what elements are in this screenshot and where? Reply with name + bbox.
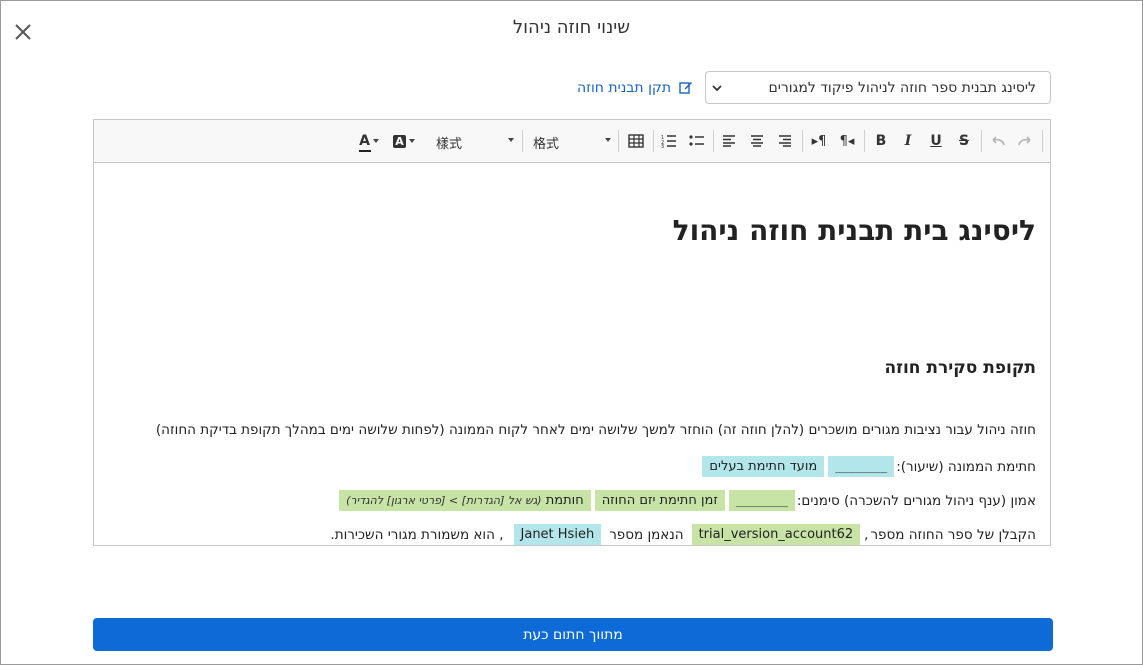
text-direction-ltr-button[interactable]: ▸¶ [807, 130, 831, 152]
redo-icon [1018, 136, 1031, 146]
section-title: תקופת סקירת חוזה [884, 358, 1036, 378]
underline-icon: U [930, 133, 942, 149]
toolbar-divider [981, 130, 982, 152]
style-dropdown[interactable]: 樣式 [436, 130, 514, 152]
trustee-label: הנאמן מספר [609, 526, 684, 543]
document-heading: ליסינג בית תבנית חוזה ניהול [672, 214, 1036, 247]
style-dropdown-label: 樣式 [436, 137, 463, 152]
undo-button[interactable] [987, 130, 1009, 152]
rtl-icon: ¶◂ [839, 133, 855, 149]
paragraph-line-4: הקבלן של ספר החוזה מספר , trial_version_… [330, 524, 1036, 545]
format-dropdown-label: 格式 [533, 137, 560, 152]
rich-text-editor[interactable]: A A 樣式 格式 1 2 3 ▸¶ ¶◂ B I U S ליסינג בית… [93, 119, 1051, 546]
table-button[interactable] [624, 130, 648, 152]
stamp-note: (גש אל [הגדרות] > [פרטי ארגון] להגדיר) [346, 494, 542, 507]
owner-signature-field[interactable]: ________ [828, 456, 895, 477]
editor-toolbar: A A 樣式 格式 1 2 3 ▸¶ ¶◂ B I U S [94, 120, 1050, 163]
underline-button[interactable]: U [925, 130, 947, 152]
svg-text:3: 3 [661, 144, 664, 148]
font-color-button[interactable]: A [356, 130, 382, 152]
signature-placeholder: ________ [735, 493, 788, 508]
trust-signature-label: אמון (ענף ניהול מגורים להשכרה) סימנים: [796, 492, 1036, 509]
align-center-icon [751, 135, 763, 147]
redo-button[interactable] [1014, 130, 1036, 152]
account-field[interactable]: trial_version_account62 [691, 524, 861, 545]
bold-button[interactable]: B [870, 130, 892, 152]
sign-now-button[interactable]: מתווך חתום כעת [93, 618, 1053, 651]
undo-icon [992, 136, 1005, 146]
toolbar-divider [522, 130, 523, 152]
bullet-list-icon [689, 135, 704, 146]
toolbar-divider [1042, 130, 1043, 152]
align-left-icon [723, 135, 735, 147]
format-dropdown[interactable]: 格式 [533, 130, 611, 152]
ordered-list-icon: 123 [661, 135, 676, 148]
align-center-button[interactable] [746, 130, 768, 152]
initiator-signature-field[interactable]: ________ [728, 490, 795, 511]
chevron-down-icon [508, 138, 514, 142]
signature-placeholder: ________ [835, 459, 888, 474]
ltr-icon: ▸¶ [811, 133, 827, 149]
italic-button[interactable]: I [897, 130, 919, 152]
toolbar-divider [618, 130, 619, 152]
paragraph-line-1: חוזה ניהול עבור נציבות מגורים מושכרים (ל… [156, 422, 1036, 438]
owner-sign-date-field[interactable]: מועד חתימת בעלים [702, 456, 825, 477]
fix-template-label: תקן תבנית חוזה [577, 80, 672, 96]
editor-content[interactable]: ליסינג בית תבנית חוזה ניהול תקופת סקירת … [94, 162, 1050, 545]
italic-icon: I [904, 133, 912, 149]
contract-template-select[interactable]: ליסינג תבנית ספר חוזה לניהול פיקוד למגור… [705, 71, 1051, 104]
edit-icon [678, 80, 693, 96]
dialog-title: שינוי חוזה ניהול [512, 17, 631, 38]
toolbar-divider [653, 130, 654, 152]
dialog-frame: שינוי חוזה ניהול תקן תבנית חוזה ליסינג ת… [0, 0, 1143, 665]
close-icon[interactable] [12, 21, 34, 43]
initiator-sign-time-field[interactable]: זמן חתימת יזם החוזה [594, 490, 725, 511]
chevron-down-icon [710, 80, 724, 94]
stamp-label: חותמת [545, 493, 584, 508]
bold-icon: B [875, 133, 887, 149]
contract-template-value: ליסינג תבנית ספר חוזה לניהול פיקוד למגור… [768, 80, 1036, 96]
strikethrough-icon: S [958, 133, 970, 149]
font-color-icon: A [359, 133, 372, 152]
paragraph-line-3: אמון (ענף ניהול מגורים להשכרה) סימנים: _… [337, 490, 1036, 511]
align-left-button[interactable] [718, 130, 740, 152]
stamp-field[interactable]: חותמת (גש אל [הגדרות] > [פרטי ארגון] להג… [339, 490, 591, 511]
align-right-icon [779, 135, 791, 147]
paragraph-text: חוזה ניהול עבור נציבות מגורים מושכרים (ל… [155, 422, 1036, 438]
toolbar-divider [864, 130, 865, 152]
contractor-label: הקבלן של ספר החוזה מספר [870, 526, 1036, 543]
table-icon [628, 134, 644, 148]
bullet-list-button[interactable] [686, 130, 708, 152]
strikethrough-button[interactable]: S [953, 130, 975, 152]
trustee-name-field[interactable]: Janet Hsieh [513, 524, 602, 545]
paragraph-line-2: חתימת הממונה (שיעור): ________ מועד חתימ… [700, 456, 1036, 477]
text-direction-rtl-button[interactable]: ¶◂ [835, 130, 859, 152]
highlight-color-button[interactable]: A [390, 130, 418, 152]
owner-signature-label: חתימת הממונה (שיעור): [896, 458, 1036, 475]
toolbar-divider [802, 130, 803, 152]
toolbar-divider [713, 130, 714, 152]
chevron-down-icon [605, 138, 611, 142]
paragraph-end-text: , הוא משמורת מגורי השכירות. [330, 526, 504, 543]
highlight-icon: A [393, 134, 406, 148]
ordered-list-button[interactable]: 123 [658, 130, 680, 152]
fix-template-link[interactable]: תקן תבנית חוזה [577, 80, 693, 96]
align-right-button[interactable] [774, 130, 796, 152]
